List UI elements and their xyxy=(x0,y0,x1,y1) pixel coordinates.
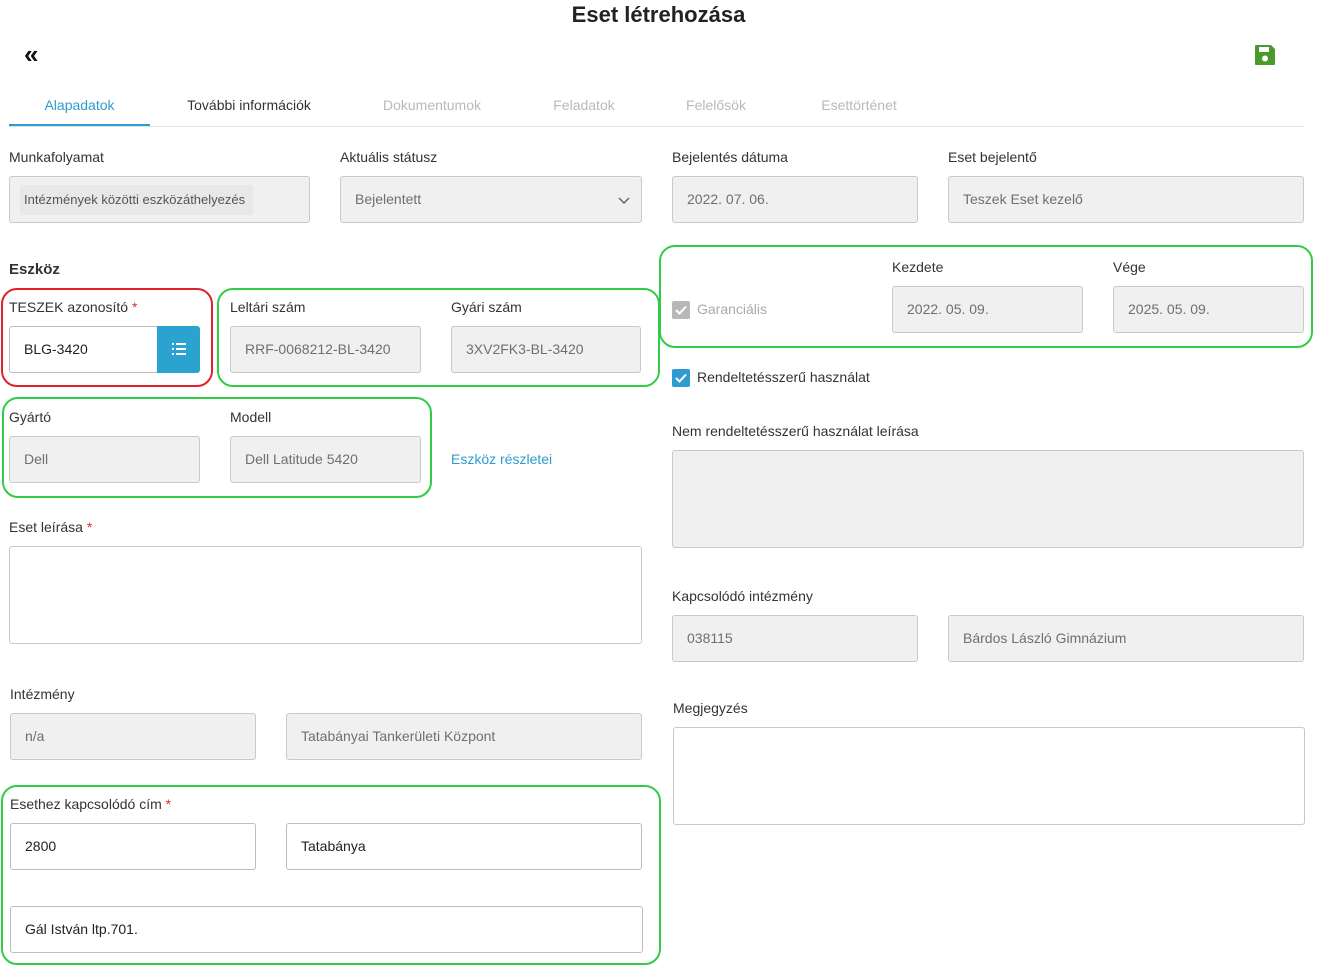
institution-code-field[interactable]: n/a xyxy=(10,713,256,760)
warranty-checkbox[interactable] xyxy=(672,301,690,319)
tab-dokumentumok[interactable]: Dokumentumok xyxy=(371,86,493,126)
inventory-no-label: Leltári szám xyxy=(230,299,306,315)
save-button[interactable] xyxy=(1254,44,1278,68)
chevron-down-icon xyxy=(618,197,630,205)
required-mark: * xyxy=(86,519,93,535)
back-button[interactable]: « xyxy=(24,41,50,68)
model-field[interactable]: Dell Latitude 5420 xyxy=(230,436,421,483)
tab-felelosok[interactable]: Felelősök xyxy=(671,86,761,126)
status-select[interactable]: Bejelentett xyxy=(340,176,642,223)
serial-no-field[interactable]: 3XV2FK3-BL-3420 xyxy=(451,326,641,373)
city-input[interactable]: Tatabánya xyxy=(286,823,642,870)
tab-tovabbi-informaciok[interactable]: További információk xyxy=(173,86,325,126)
device-section-title: Eszköz xyxy=(9,261,60,278)
workflow-label: Munkafolyamat xyxy=(9,149,104,165)
institution-name-field[interactable]: Tatabányai Tankerületi Központ xyxy=(286,713,642,760)
model-label: Modell xyxy=(230,409,272,425)
inventory-no-field[interactable]: RRF-0068212-BL-3420 xyxy=(230,326,421,373)
page-title: Eset létrehozása xyxy=(571,2,746,27)
note-textarea[interactable] xyxy=(673,727,1305,825)
warranty-end-field[interactable]: 2025. 05. 09. xyxy=(1113,286,1304,333)
tab-feladatok[interactable]: Feladatok xyxy=(539,86,629,126)
tab-alapadatok[interactable]: Alapadatok xyxy=(9,86,150,126)
case-desc-textarea[interactable] xyxy=(9,546,642,644)
warranty-label: Garanciális xyxy=(697,301,768,317)
required-mark: * xyxy=(165,796,172,812)
address-label-text: Esethez kapcsolódó cím xyxy=(10,796,162,812)
floppy-disk-icon xyxy=(1255,45,1275,65)
check-icon xyxy=(675,373,687,383)
warranty-start-label: Kezdete xyxy=(892,259,944,275)
device-details-link[interactable]: Eszköz részletei xyxy=(451,451,552,467)
teszek-id-input[interactable]: BLG-3420 xyxy=(9,326,159,373)
related-institution-label: Kapcsolódó intézmény xyxy=(672,588,813,604)
tab-esettortenet[interactable]: Esettörténet xyxy=(804,86,914,126)
manufacturer-label: Gyártó xyxy=(9,409,52,425)
reporter-field[interactable]: Teszek Eset kezelő xyxy=(948,176,1304,223)
workflow-chip: Intézmények közötti eszközáthelyezés xyxy=(20,185,254,215)
required-mark: * xyxy=(131,299,138,315)
teszek-id-label-text: TESZEK azonosító xyxy=(9,299,129,315)
related-institution-name-field[interactable]: Bárdos László Gimnázium xyxy=(948,615,1304,662)
reporter-label: Eset bejelentő xyxy=(948,149,1037,165)
serial-no-label: Gyári szám xyxy=(451,299,522,315)
warranty-end-label: Vége xyxy=(1113,259,1146,275)
status-value: Bejelentett xyxy=(355,191,422,207)
intended-use-checkbox[interactable] xyxy=(672,369,690,387)
workflow-field[interactable]: Intézmények közötti eszközáthelyezés xyxy=(9,176,310,223)
report-date-field[interactable]: 2022. 07. 06. xyxy=(672,176,918,223)
manufacturer-field[interactable]: Dell xyxy=(9,436,200,483)
report-date-label: Bejelentés dátuma xyxy=(672,149,788,165)
misuse-desc-textarea[interactable] xyxy=(672,450,1304,548)
teszek-id-label: TESZEK azonosító * xyxy=(9,299,137,315)
double-chevron-left-icon: « xyxy=(24,39,39,69)
tab-bar: Alapadatok További információk Dokumentu… xyxy=(9,86,1304,127)
case-desc-label: Eset leírása * xyxy=(9,519,92,535)
device-list-button[interactable] xyxy=(157,326,200,373)
zip-input[interactable]: 2800 xyxy=(10,823,256,870)
status-label: Aktuális státusz xyxy=(340,149,438,165)
institution-label: Intézmény xyxy=(10,686,75,702)
warranty-start-field[interactable]: 2022. 05. 09. xyxy=(892,286,1083,333)
check-icon xyxy=(675,305,687,315)
misuse-desc-label: Nem rendeltetésszerű használat leírása xyxy=(672,423,919,439)
address-label: Esethez kapcsolódó cím * xyxy=(10,796,171,812)
street-input[interactable]: Gál István ltp.701. xyxy=(10,906,643,953)
case-desc-label-text: Eset leírása xyxy=(9,519,83,535)
intended-use-label: Rendeltetésszerű használat xyxy=(697,369,870,385)
note-label: Megjegyzés xyxy=(673,700,748,716)
related-institution-code-field[interactable]: 038115 xyxy=(672,615,918,662)
list-icon xyxy=(172,343,186,355)
